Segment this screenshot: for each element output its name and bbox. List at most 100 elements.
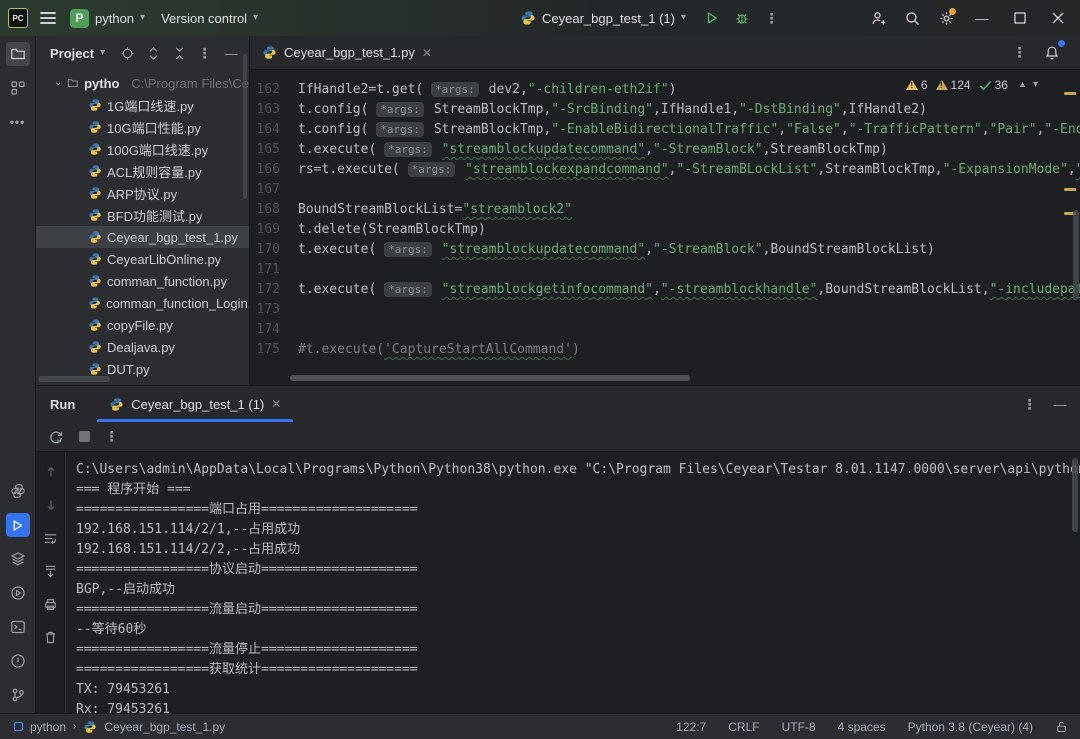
editor-vertical-scrollbar[interactable]: [1073, 210, 1079, 300]
code-line[interactable]: 168BoundStreamBlockList="streamblock2": [250, 200, 1080, 220]
breadcrumb-module[interactable]: python: [30, 720, 66, 734]
select-opened-file-button[interactable]: [115, 41, 139, 65]
expand-all-button[interactable]: [141, 41, 165, 65]
code-area[interactable]: 162IfHandle2=t.get( *args: dev2,"-childr…: [250, 70, 1080, 385]
code-line[interactable]: 174: [250, 320, 1080, 340]
user-plus-icon: [870, 10, 887, 27]
tree-item[interactable]: copyFile.py: [36, 314, 249, 336]
project-tool-button[interactable]: [6, 42, 30, 66]
console-output[interactable]: C:\Users\admin\AppData\Local\Programs\Py…: [66, 452, 1080, 713]
problems-tool-button[interactable]: [6, 649, 30, 673]
debug-button[interactable]: [730, 6, 754, 30]
code-line[interactable]: 171: [250, 260, 1080, 280]
run-tool-button[interactable]: [6, 513, 30, 537]
soft-wrap-button[interactable]: [39, 526, 63, 550]
run-panel-options-button[interactable]: ⋮: [1018, 392, 1042, 416]
print-button[interactable]: [39, 592, 63, 616]
down-stacktrace-button[interactable]: [39, 493, 63, 517]
code-line[interactable]: 170t.execute( *args: "streamblockupdatec…: [250, 240, 1080, 260]
close-tab-icon[interactable]: ✕: [422, 46, 432, 60]
prev-problem-icon[interactable]: ▴: [1020, 80, 1025, 90]
tree-item[interactable]: 10G端口性能.py: [36, 116, 249, 138]
run-tab[interactable]: Ceyear_bgp_test_1 (1) ✕: [97, 386, 293, 422]
project-options-button[interactable]: ⋮: [193, 41, 217, 65]
code-with-me-button[interactable]: [866, 6, 890, 30]
hide-project-panel-button[interactable]: —: [219, 41, 243, 65]
breadcrumb-file[interactable]: Ceyear_bgp_test_1.py: [104, 720, 225, 734]
code-line[interactable]: 169t.delete(StreamBlockTmp): [250, 220, 1080, 240]
scroll-to-end-button[interactable]: [39, 559, 63, 583]
tree-item[interactable]: 100G端口线速.py: [36, 138, 249, 160]
python-file-icon: [88, 340, 102, 354]
tree-item[interactable]: Ceyear_bgp_test_1.py: [36, 226, 249, 248]
structure-tool-button[interactable]: [6, 76, 30, 100]
collapse-all-button[interactable]: [167, 41, 191, 65]
clear-all-button[interactable]: [39, 625, 63, 649]
code-line[interactable]: 166rs=t.execute( *args: "streamblockexpa…: [250, 160, 1080, 180]
python-file-icon: [88, 318, 102, 332]
code-line[interactable]: 165t.execute( *args: "streamblockupdatec…: [250, 140, 1080, 160]
console-vertical-scrollbar[interactable]: [1072, 458, 1078, 532]
tree-item[interactable]: 1G端口线速.py: [36, 94, 249, 116]
inspections-widget[interactable]: 6 124 36 ▴ ▾: [906, 78, 1038, 92]
more-actions-button[interactable]: ⋮: [760, 6, 784, 30]
more-tool-windows-button[interactable]: •••: [6, 110, 30, 134]
chevron-down-icon: ▾: [253, 13, 258, 23]
code-line[interactable]: 167: [250, 180, 1080, 200]
unlocked-icon[interactable]: [1055, 720, 1068, 734]
python-interpreter[interactable]: Python 3.8 (Ceyear) (4): [908, 720, 1033, 734]
console-line: Rx: 79453261: [76, 700, 1080, 713]
tree-item[interactable]: comman_function.py: [36, 270, 249, 292]
version-control-widget[interactable]: Version control ▾: [155, 4, 264, 32]
code-line[interactable]: 172t.execute( *args: "streamblockgetinfo…: [250, 280, 1080, 300]
minimize-button[interactable]: —: [968, 4, 996, 32]
terminal-tool-button[interactable]: [6, 615, 30, 639]
close-run-tab-icon[interactable]: ✕: [271, 397, 281, 411]
structure-icon: [10, 80, 26, 96]
run-panel-title[interactable]: Run: [50, 397, 75, 412]
indent-style[interactable]: 4 spaces: [838, 720, 886, 734]
project-widget[interactable]: P python ▾: [64, 4, 151, 32]
line-ending[interactable]: CRLF: [728, 720, 759, 734]
file-encoding[interactable]: UTF-8: [782, 720, 816, 734]
close-button[interactable]: [1044, 4, 1072, 32]
tree-item[interactable]: ARP协议.py: [36, 182, 249, 204]
search-everywhere-button[interactable]: [900, 6, 924, 30]
caret-position[interactable]: 122:7: [676, 720, 706, 734]
code-line[interactable]: 164t.config( *args: StreamBlockTmp,"-Ena…: [250, 120, 1080, 140]
code-line[interactable]: 173: [250, 300, 1080, 320]
editor-options-button[interactable]: ⋮: [1008, 41, 1032, 65]
rerun-button[interactable]: [44, 425, 68, 449]
editor-tab[interactable]: Ceyear_bgp_test_1.py ✕: [250, 36, 442, 70]
maximize-button[interactable]: [1006, 4, 1034, 32]
up-stacktrace-button[interactable]: [39, 460, 63, 484]
settings-button[interactable]: [934, 6, 958, 30]
project-panel-title[interactable]: Project: [50, 46, 94, 61]
python-console-tool-button[interactable]: [6, 581, 30, 605]
tree-item[interactable]: CeyearLibOnline.py: [36, 248, 249, 270]
console-more-button[interactable]: ⋮: [100, 425, 124, 449]
python-packages-tool-button[interactable]: [6, 479, 30, 503]
code-line[interactable]: 163t.config( *args: StreamBlockTmp,"-Src…: [250, 100, 1080, 120]
code-line[interactable]: 175#t.execute('CaptureStartAllCommand'): [250, 340, 1080, 360]
services-tool-button[interactable]: [6, 547, 30, 571]
project-horizontal-scrollbar[interactable]: [38, 376, 110, 382]
notifications-button[interactable]: [1040, 41, 1064, 65]
tree-root-folder[interactable]: ⌄pythonC:\Program Files\Ce: [36, 72, 249, 94]
git-tool-button[interactable]: [6, 683, 30, 707]
hide-run-panel-button[interactable]: —: [1048, 392, 1072, 416]
editor-horizontal-scrollbar[interactable]: [290, 375, 690, 381]
stop-button[interactable]: [72, 425, 96, 449]
run-config-name[interactable]: Ceyear_bgp_test_1 (1): [542, 11, 675, 26]
tree-item[interactable]: comman_function_Login.p: [36, 292, 249, 314]
tree-item[interactable]: ACL规则容量.py: [36, 160, 249, 182]
tree-item[interactable]: Dealjava.py: [36, 336, 249, 358]
next-problem-icon[interactable]: ▾: [1033, 80, 1038, 90]
tree-item[interactable]: BFD功能测试.py: [36, 204, 249, 226]
error-stripe-mark[interactable]: [1064, 188, 1076, 191]
code-text: [298, 300, 1080, 320]
main-menu-button[interactable]: [36, 6, 60, 30]
project-vertical-scrollbar[interactable]: [243, 54, 247, 199]
error-stripe-mark[interactable]: [1064, 92, 1076, 95]
run-button[interactable]: [700, 6, 724, 30]
